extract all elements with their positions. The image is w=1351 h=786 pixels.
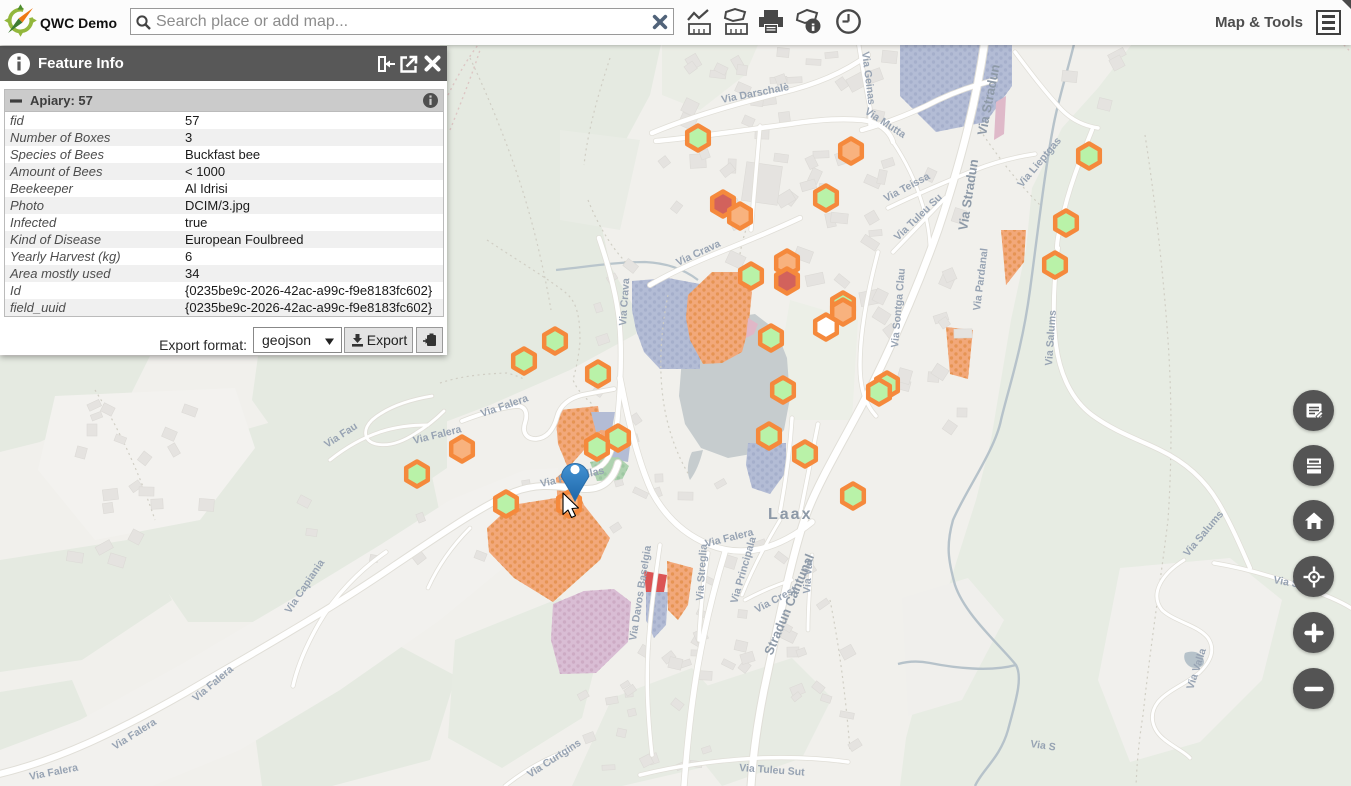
svg-text:Laax: Laax [768,506,812,523]
